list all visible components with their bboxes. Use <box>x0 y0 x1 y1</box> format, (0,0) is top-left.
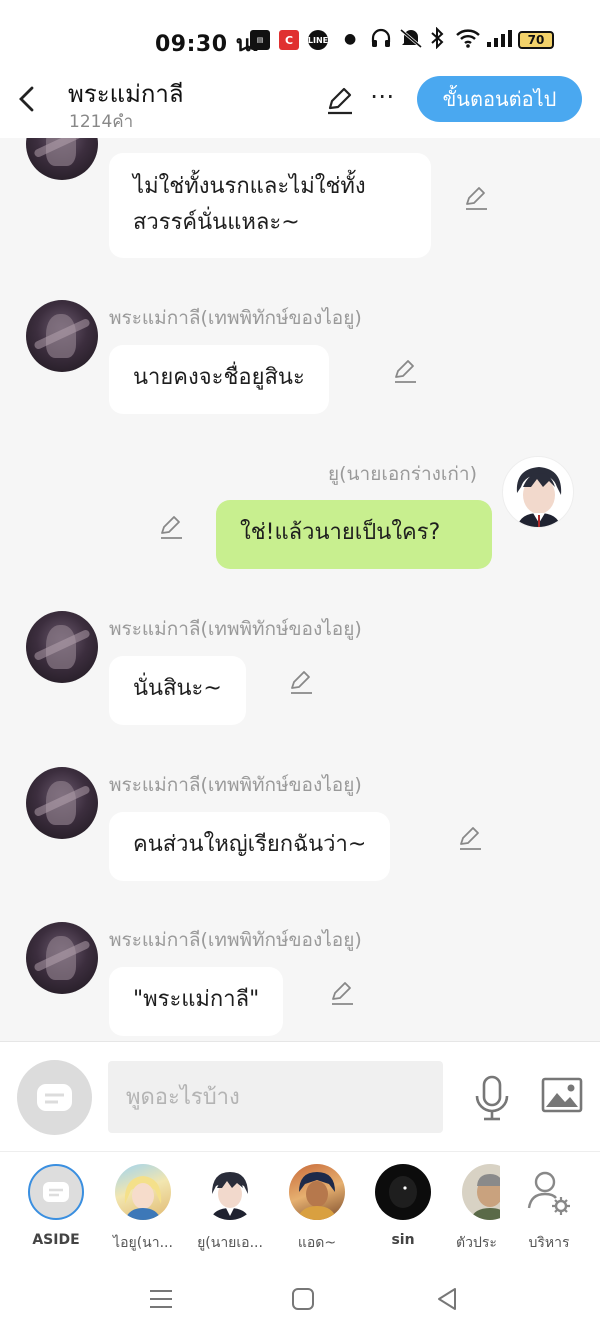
dot-icon: ● <box>344 31 357 47</box>
message-bubble[interactable]: "พระแม่กาลี" <box>109 967 284 1036</box>
character-label: sin <box>391 1232 415 1248</box>
next-step-button[interactable]: ขั้นตอนต่อไป <box>417 76 582 122</box>
character-aside[interactable]: ASIDE <box>16 1164 96 1248</box>
aside-toggle-button[interactable] <box>17 1060 92 1135</box>
home-icon[interactable] <box>289 1285 317 1313</box>
sender-name: พระแม่กาลี(เทพพิทักษ์ของไอยู) <box>109 618 362 640</box>
avatar-kali[interactable] <box>26 767 98 839</box>
avatar-kali[interactable] <box>26 922 98 994</box>
avatar-kali[interactable] <box>26 611 98 683</box>
microphone-icon[interactable] <box>472 1074 512 1122</box>
message-bubble[interactable]: นายคงจะชื่อยูสินะ <box>109 345 329 414</box>
recents-icon[interactable] <box>147 1285 175 1313</box>
character-yu[interactable]: ยู(นายเอ... <box>190 1164 270 1254</box>
edit-message-icon[interactable] <box>288 669 314 695</box>
character-label: บริหาร <box>528 1235 570 1251</box>
character-avatar <box>202 1164 258 1220</box>
system-nav-bar <box>0 1261 600 1333</box>
more-icon[interactable]: ⋯ <box>370 82 395 110</box>
signal-icon <box>485 27 513 54</box>
sender-name: ยู(นายเอกร่างเก่า) <box>328 463 477 485</box>
chat-area[interactable]: ไม่ใช่ทั้งนรกและไม่ใช่ทั้ง สวรรค์นั่นแหล… <box>0 138 600 1041</box>
avatar-yu[interactable] <box>502 456 574 528</box>
mute-icon <box>398 27 424 54</box>
battery-indicator: 70 <box>518 31 554 49</box>
edit-message-icon[interactable] <box>457 825 483 851</box>
message-bubble[interactable]: คนส่วนใหญ่เรียกฉันว่า~ <box>109 812 391 881</box>
chat-header: พระแม่กาลี 1214คำ ⋯ ขั้นตอนต่อไป <box>0 70 600 138</box>
image-icon[interactable] <box>541 1076 583 1116</box>
sender-name: พระแม่กาลี(เทพพิทักษ์ของไอยู) <box>109 774 362 796</box>
sender-name: พระแม่กาลี(เทพพิทักษ์ของไอยู) <box>109 929 362 951</box>
character-selector: ASIDE ไอยู(นา... ยู(นายเอ... แอด~ sin ตั… <box>0 1151 600 1261</box>
edit-message-icon[interactable] <box>392 358 418 384</box>
character-extra[interactable]: ตัวประ <box>450 1164 500 1254</box>
character-label: ASIDE <box>32 1232 80 1248</box>
word-count: 1214คำ <box>69 112 134 132</box>
message-bubble-mine[interactable]: ใช่!แล้วนายเป็นใคร? <box>216 500 492 569</box>
shopee-icon: ▤ <box>250 30 270 50</box>
input-bar <box>0 1041 600 1151</box>
character-label: ไอยู(นา... <box>113 1235 173 1251</box>
message-bubble[interactable]: นั่นสินะ~ <box>109 656 246 725</box>
edit-title-icon[interactable] <box>324 84 356 116</box>
message-text-line: ไม่ใช่ทั้งนรกและไม่ใช่ทั้ง <box>133 174 366 199</box>
message-text-line: สวรรค์นั่นแหละ~ <box>133 210 300 235</box>
avatar-kali[interactable] <box>26 300 98 372</box>
manage-user-gear-icon <box>521 1164 577 1220</box>
character-aiyu[interactable]: ไอยู(นา... <box>103 1164 183 1254</box>
wifi-icon <box>455 27 481 54</box>
back-nav-icon[interactable] <box>433 1285 461 1313</box>
manage-characters[interactable]: บริหาร <box>509 1164 589 1254</box>
message-input[interactable] <box>108 1061 443 1133</box>
c-app-icon: C <box>279 30 299 50</box>
bluetooth-icon <box>430 26 444 54</box>
edit-message-icon[interactable] <box>329 980 355 1006</box>
sender-name: พระแม่กาลี(เทพพิทักษ์ของไอยู) <box>109 307 362 329</box>
character-avatar <box>375 1164 431 1220</box>
character-avatar <box>462 1164 500 1220</box>
character-ad[interactable]: แอด~ <box>277 1164 357 1254</box>
character-label: ตัวประ <box>456 1235 497 1251</box>
line-icon: LINE <box>308 30 328 50</box>
edit-message-icon[interactable] <box>463 185 489 211</box>
aside-avatar <box>28 1164 84 1220</box>
headphone-icon <box>370 27 392 54</box>
character-avatar <box>115 1164 171 1220</box>
character-avatar <box>289 1164 345 1220</box>
message-bubble[interactable]: ไม่ใช่ทั้งนรกและไม่ใช่ทั้ง สวรรค์นั่นแหล… <box>109 153 431 258</box>
character-label: ยู(นายเอ... <box>197 1235 263 1251</box>
character-sin[interactable]: sin <box>363 1164 443 1248</box>
status-time: 09:30 น. <box>155 32 261 57</box>
back-icon[interactable] <box>16 84 40 114</box>
status-bar: 09:30 น. ▤ C LINE ● 70 <box>0 0 600 70</box>
avatar-kali[interactable] <box>26 138 98 180</box>
edit-message-icon[interactable] <box>158 514 184 540</box>
character-label: แอด~ <box>297 1235 337 1251</box>
